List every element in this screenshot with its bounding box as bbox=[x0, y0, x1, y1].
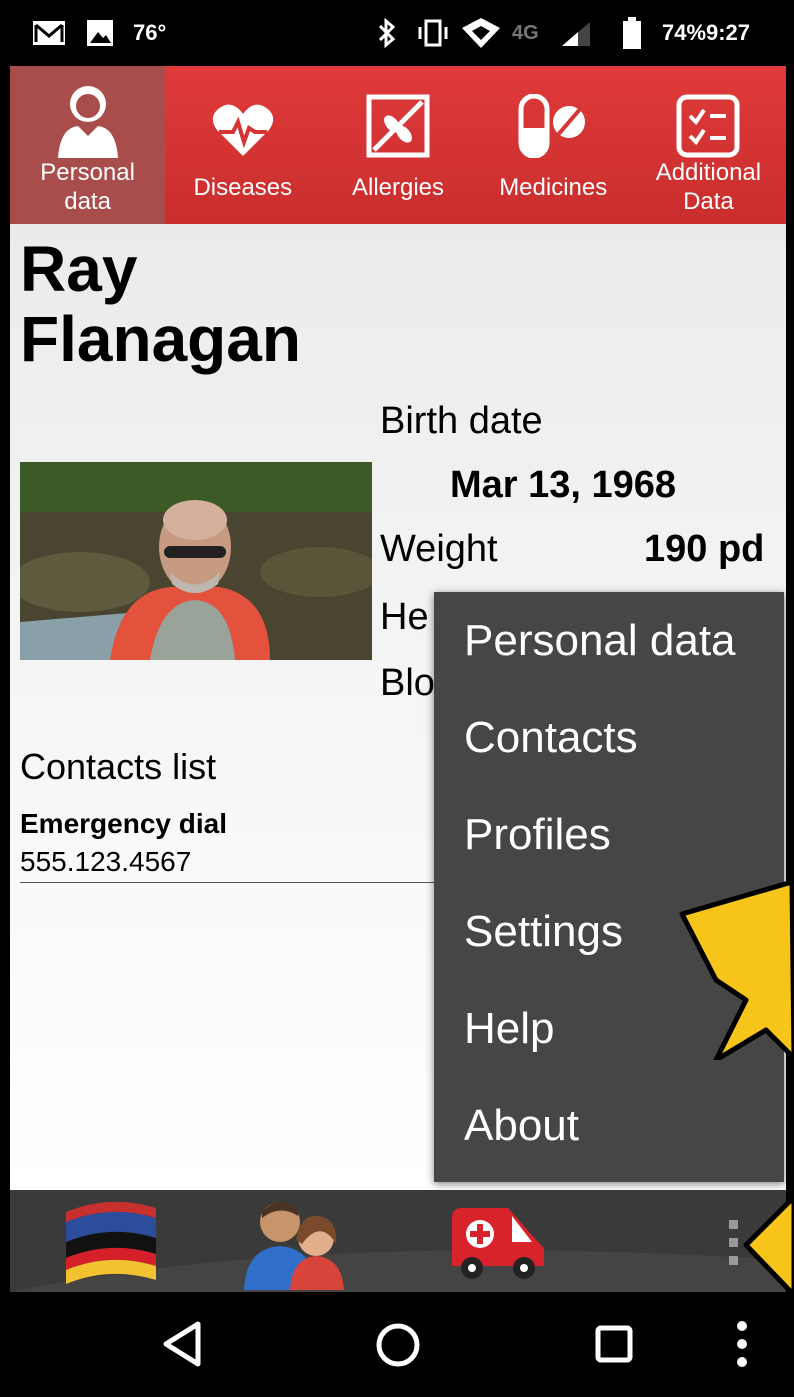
contacts-list-heading: Contacts list bbox=[20, 746, 217, 787]
tab-allergies[interactable]: Allergies bbox=[320, 66, 475, 224]
last-name: Flanagan bbox=[20, 303, 301, 375]
system-nav-bar bbox=[0, 1292, 794, 1397]
overflow-menu-button[interactable] bbox=[724, 1218, 744, 1273]
tab-personal-data[interactable]: Personal data bbox=[10, 66, 166, 224]
birth-date-value: Mar 13, 1968 bbox=[450, 464, 677, 506]
battery-icon bbox=[622, 0, 642, 66]
language-flag-button[interactable] bbox=[60, 1194, 160, 1291]
tab-label: Medicines bbox=[499, 173, 608, 201]
tab-diseases[interactable]: Diseases bbox=[165, 66, 320, 224]
checklist-icon bbox=[676, 74, 740, 158]
contacts-button[interactable] bbox=[240, 1192, 350, 1295]
battery-percent-text: 74% bbox=[662, 20, 707, 45]
annotation-arrow-settings bbox=[679, 880, 794, 1060]
tab-medicines[interactable]: Medicines bbox=[476, 66, 631, 224]
status-bar: 76° 4G 74% 9:27 bbox=[0, 0, 794, 66]
emergency-dial-number[interactable]: 555.123.4567 bbox=[20, 846, 191, 878]
person-icon bbox=[56, 74, 120, 158]
weight-value: 190 pd bbox=[644, 528, 765, 570]
tab-additional-data[interactable]: Additional Data bbox=[631, 66, 786, 224]
annotation-arrow-menu-button bbox=[743, 1195, 794, 1295]
network-type-text: 4G bbox=[512, 21, 539, 44]
menu-item-contacts[interactable]: Contacts bbox=[434, 689, 784, 786]
bottom-action-bar bbox=[10, 1190, 786, 1292]
recents-icon[interactable] bbox=[594, 1324, 634, 1364]
birth-date-label: Birth date bbox=[380, 400, 543, 442]
flag-icon bbox=[66, 1201, 156, 1284]
more-vertical-icon bbox=[729, 1220, 738, 1265]
height-label: He bbox=[380, 596, 429, 638]
clock-text: 9:27 bbox=[706, 20, 751, 45]
wifi-icon bbox=[460, 0, 502, 66]
ambulance-icon bbox=[452, 1208, 544, 1279]
back-icon[interactable] bbox=[160, 1320, 204, 1368]
signal-icon bbox=[560, 0, 594, 66]
tab-label: Additional Data bbox=[655, 159, 762, 215]
divider bbox=[20, 882, 460, 883]
tab-label: Personal data bbox=[40, 159, 135, 215]
heart-icon bbox=[211, 74, 275, 158]
gmail-icon bbox=[32, 0, 66, 66]
menu-item-profiles[interactable]: Profiles bbox=[434, 786, 784, 883]
menu-item-personal-data[interactable]: Personal data bbox=[434, 592, 784, 689]
temperature-text: 76° bbox=[133, 20, 167, 45]
profile-photo[interactable] bbox=[20, 462, 372, 660]
gallery-icon bbox=[86, 0, 114, 66]
home-icon[interactable] bbox=[375, 1322, 421, 1368]
menu-item-about[interactable]: About bbox=[434, 1077, 784, 1174]
blood-group-label: Blo bbox=[380, 662, 435, 704]
emergency-ambulance-button[interactable] bbox=[448, 1198, 548, 1287]
people-icon bbox=[244, 1201, 344, 1290]
category-tabs: Personal data Diseases Allergies Medicin… bbox=[10, 66, 786, 224]
vibrate-icon bbox=[415, 0, 451, 66]
weight-label: Weight bbox=[380, 528, 498, 570]
tab-label: Diseases bbox=[193, 173, 293, 201]
allergy-icon bbox=[366, 74, 430, 158]
pill-icon bbox=[517, 74, 589, 158]
emergency-dial-label: Emergency dial bbox=[20, 808, 227, 839]
profile-name: Ray Flanagan bbox=[20, 234, 440, 374]
first-name: Ray bbox=[20, 233, 138, 305]
more-vertical-icon[interactable] bbox=[732, 1320, 752, 1370]
tab-label: Allergies bbox=[351, 173, 445, 201]
bluetooth-icon bbox=[376, 0, 398, 66]
